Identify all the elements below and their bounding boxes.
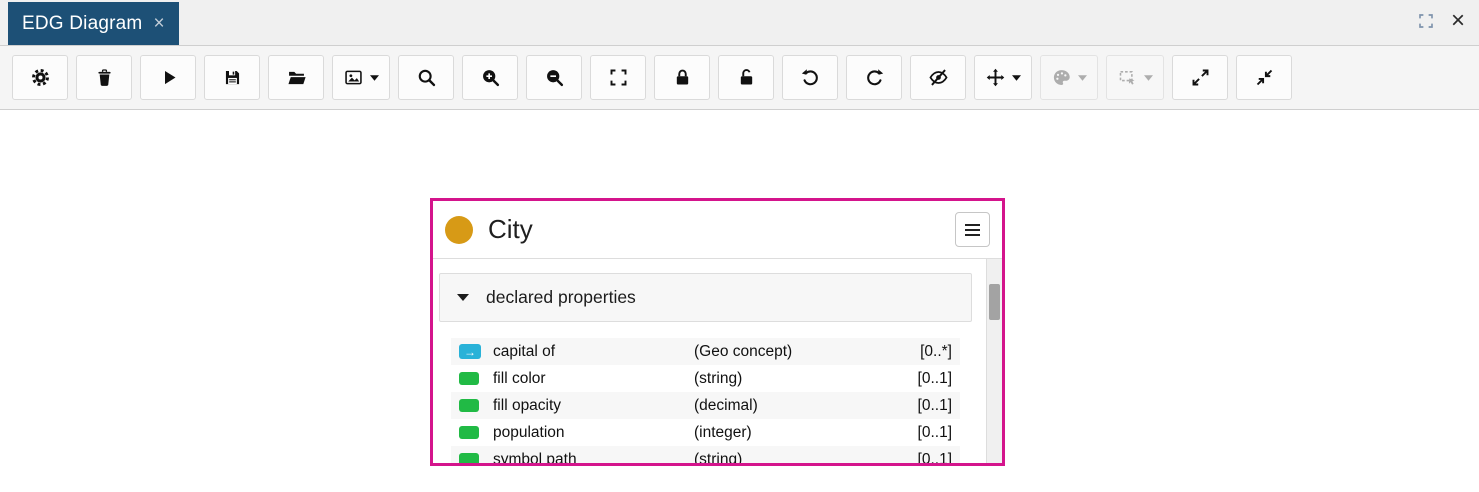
property-cardinality: [0..1] bbox=[917, 423, 952, 441]
relation-icon: → bbox=[459, 344, 481, 359]
property-row-symbol-path[interactable]: symbol path (string) [0..1] bbox=[451, 446, 960, 466]
tab-bar: EDG Diagram × × bbox=[0, 0, 1479, 46]
selection-icon bbox=[1119, 71, 1135, 85]
attribute-icon bbox=[459, 399, 479, 412]
property-row-population[interactable]: population (integer) [0..1] bbox=[451, 419, 960, 446]
caret-down-icon bbox=[1012, 74, 1021, 81]
unlock-icon bbox=[740, 69, 752, 85]
diagram-toolbar bbox=[0, 46, 1479, 110]
expand-arrows-icon bbox=[1192, 69, 1208, 86]
palette-icon bbox=[1053, 70, 1070, 85]
collapse-triangle-icon bbox=[457, 294, 469, 301]
property-type: (Geo concept) bbox=[694, 342, 793, 360]
palette-button bbox=[1040, 55, 1098, 100]
property-row-capital-of[interactable]: → capital of (Geo concept) [0..*] bbox=[451, 338, 960, 365]
expand-all-button[interactable] bbox=[1172, 55, 1228, 100]
property-type: (string) bbox=[694, 369, 743, 387]
open-button[interactable] bbox=[268, 55, 324, 100]
node-title: City bbox=[488, 214, 533, 244]
image-icon bbox=[345, 70, 362, 85]
close-window-icon[interactable]: × bbox=[1451, 9, 1465, 33]
property-cardinality: [0..1] bbox=[917, 369, 952, 387]
attribute-icon bbox=[459, 453, 479, 463]
tab-close-icon[interactable]: × bbox=[153, 14, 164, 33]
search-button[interactable] bbox=[398, 55, 454, 100]
node-scrollbar[interactable] bbox=[986, 259, 1002, 463]
redo-button[interactable] bbox=[846, 55, 902, 100]
zoom-out-icon bbox=[546, 70, 563, 87]
collapse-all-button[interactable] bbox=[1236, 55, 1292, 100]
property-cardinality: [0..1] bbox=[917, 450, 952, 466]
node-menu-button[interactable] bbox=[955, 212, 990, 247]
gear-icon bbox=[31, 69, 49, 86]
export-image-button[interactable] bbox=[332, 55, 390, 100]
property-name: population bbox=[493, 423, 565, 441]
caret-down-icon bbox=[370, 74, 379, 81]
zoom-in-button[interactable] bbox=[462, 55, 518, 100]
run-button[interactable] bbox=[140, 55, 196, 100]
property-cardinality: [0..1] bbox=[917, 396, 952, 414]
save-icon bbox=[225, 70, 239, 85]
zoom-out-button[interactable] bbox=[526, 55, 582, 100]
property-type: (integer) bbox=[694, 423, 752, 441]
delete-button[interactable] bbox=[76, 55, 132, 100]
class-icon bbox=[445, 215, 473, 244]
diagram-canvas[interactable]: City declared properties → capital of (G… bbox=[0, 110, 1479, 492]
attribute-icon bbox=[459, 426, 479, 439]
caret-down-icon bbox=[1144, 74, 1153, 81]
move-icon bbox=[986, 68, 1005, 87]
node-content: declared properties → capital of (Geo co… bbox=[433, 259, 986, 463]
section-label: declared properties bbox=[486, 287, 636, 307]
caret-down-icon bbox=[1078, 74, 1087, 81]
trash-icon bbox=[97, 69, 111, 86]
collapse-arrows-icon bbox=[1256, 69, 1272, 86]
property-type: (decimal) bbox=[694, 396, 758, 414]
node-header: City bbox=[433, 201, 1002, 259]
node-city[interactable]: City declared properties → capital of (G… bbox=[430, 198, 1005, 466]
unlock-button[interactable] bbox=[718, 55, 774, 100]
tab-title: EDG Diagram bbox=[22, 12, 143, 34]
property-row-fill-color[interactable]: fill color (string) [0..1] bbox=[451, 365, 960, 392]
fit-screen-icon bbox=[610, 69, 626, 86]
property-name: capital of bbox=[493, 342, 556, 360]
scrollbar-thumb[interactable] bbox=[989, 284, 1000, 320]
property-cardinality: [0..*] bbox=[920, 342, 952, 360]
zoom-in-icon bbox=[482, 70, 499, 87]
play-icon bbox=[164, 70, 175, 85]
folder-open-icon bbox=[287, 71, 306, 85]
settings-button[interactable] bbox=[12, 55, 68, 100]
selection-button bbox=[1106, 55, 1164, 100]
search-icon bbox=[418, 69, 435, 87]
property-name: symbol path bbox=[493, 450, 577, 466]
lock-icon bbox=[676, 69, 688, 85]
property-type: (string) bbox=[694, 450, 743, 466]
hide-button[interactable] bbox=[910, 55, 966, 100]
move-button[interactable] bbox=[974, 55, 1032, 100]
window-controls: × bbox=[1417, 9, 1465, 33]
section-declared-properties[interactable]: declared properties bbox=[439, 273, 972, 322]
property-row-fill-opacity[interactable]: fill opacity (decimal) [0..1] bbox=[451, 392, 960, 419]
lock-button[interactable] bbox=[654, 55, 710, 100]
redo-icon bbox=[866, 69, 883, 86]
property-name: fill opacity bbox=[493, 396, 562, 414]
eye-off-icon bbox=[928, 69, 948, 86]
tab-edg-diagram[interactable]: EDG Diagram × bbox=[8, 2, 179, 45]
property-list: → capital of (Geo concept) [0..*] fill c… bbox=[451, 338, 960, 466]
property-name: fill color bbox=[493, 369, 546, 387]
fit-screen-button[interactable] bbox=[590, 55, 646, 100]
menu-icon bbox=[965, 223, 980, 236]
expand-window-icon[interactable] bbox=[1417, 12, 1435, 30]
attribute-icon bbox=[459, 372, 479, 385]
undo-icon bbox=[801, 69, 818, 86]
node-body: declared properties → capital of (Geo co… bbox=[433, 259, 1002, 463]
undo-button[interactable] bbox=[782, 55, 838, 100]
save-button[interactable] bbox=[204, 55, 260, 100]
